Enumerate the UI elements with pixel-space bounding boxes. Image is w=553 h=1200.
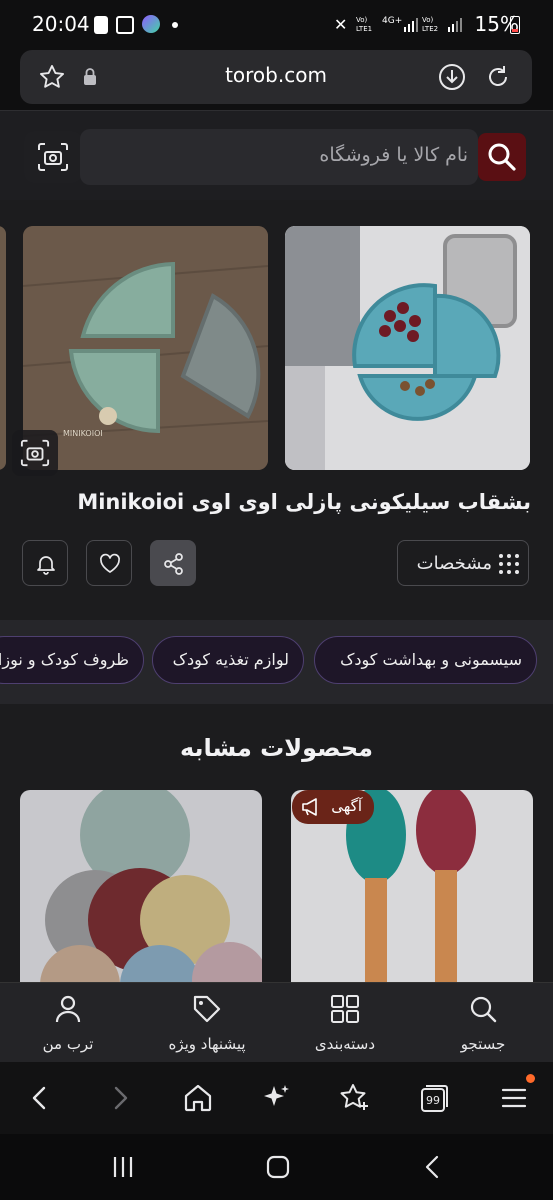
nav-categories[interactable]: دسته‌بندی: [285, 983, 405, 1063]
nav-offers-label: پیشنهاد ویژه: [168, 1035, 246, 1053]
ad-badge-label: آگهی: [331, 797, 362, 815]
download-icon[interactable]: [438, 63, 466, 91]
search-placeholder: نام کالا یا فروشگاه: [319, 144, 468, 166]
grid-dots-icon: [498, 553, 520, 575]
user-icon: [52, 993, 84, 1025]
status-time: 20:04: [32, 12, 90, 36]
category-chip[interactable]: سیسمونی و بهداشت کودک: [314, 636, 537, 684]
network-type-label: 4G+: [382, 16, 403, 26]
forward-icon[interactable]: [102, 1080, 138, 1116]
reload-icon[interactable]: [484, 63, 512, 91]
bell-icon: [34, 552, 58, 576]
puzzle-plate-illustration: MINIKOIOI: [23, 226, 268, 470]
nav-profile[interactable]: ترب من: [8, 983, 128, 1063]
plate-in-use-illustration: [285, 226, 530, 470]
ad-badge: آگهی: [292, 790, 374, 824]
back-icon[interactable]: [22, 1080, 58, 1116]
tabs-count: 99: [426, 1094, 440, 1107]
signal-icon: [404, 18, 418, 32]
nav-search[interactable]: جستجو: [423, 983, 543, 1063]
product-image-edge[interactable]: [0, 226, 6, 470]
nav-offers[interactable]: پیشنهاد ویژه: [147, 983, 267, 1063]
share-button[interactable]: [150, 540, 196, 586]
price-alert-button[interactable]: [22, 540, 68, 586]
ai-sparkle-icon[interactable]: [258, 1080, 294, 1116]
megaphone-icon: [300, 798, 322, 816]
page-content: نام کالا یا فروشگاه MINIKOIOI بشقاب سیلی…: [0, 110, 553, 982]
browser-toolbar: 99: [0, 1062, 553, 1134]
status-bar: 20:04 ✕ Vo) LTE1 4G+ Vo) LTE2 15%: [0, 0, 553, 50]
more-notifications-dot-icon: [172, 22, 178, 28]
tabs-button[interactable]: 99: [416, 1080, 452, 1116]
heart-icon: [98, 552, 122, 576]
camera-search-icon: [36, 141, 70, 173]
bottom-navigation: جستجو دسته‌بندی پیشنهاد ویژه ترب من: [0, 982, 553, 1062]
home-button-icon[interactable]: [265, 1154, 291, 1180]
product-image-gallery[interactable]: MINIKOIOI: [0, 226, 553, 472]
categories-grid-icon: [329, 993, 361, 1025]
gallery-notification-icon: [116, 16, 134, 34]
sim1-label: Vo) LTE1: [356, 16, 373, 33]
product-image-top-view[interactable]: MINIKOIOI: [23, 226, 268, 470]
signal-2-icon: [448, 18, 462, 32]
system-back-icon[interactable]: [420, 1154, 446, 1180]
specs-label: مشخصات: [416, 553, 492, 574]
product-image-caption: MINIKOIOI: [63, 429, 103, 438]
nav-categories-label: دسته‌بندی: [314, 1035, 376, 1053]
search-input[interactable]: نام کالا یا فروشگاه: [80, 129, 478, 185]
app-notification-icon: [142, 15, 160, 33]
category-chips-row: سیسمونی و بهداشت کودک لوازم تغذیه کودک ظ…: [0, 620, 553, 704]
camera-search-icon: [19, 438, 51, 468]
browser-url-bar-area: torob.com: [0, 50, 553, 110]
tag-icon: [191, 993, 223, 1025]
search-icon: [467, 993, 499, 1025]
recents-icon[interactable]: [110, 1154, 136, 1180]
nav-profile-label: ترب من: [42, 1035, 94, 1053]
bookmarks-icon[interactable]: [336, 1080, 372, 1116]
specs-button[interactable]: مشخصات: [397, 540, 529, 586]
menu-icon[interactable]: [496, 1074, 535, 1116]
category-chip[interactable]: ظروف کودک و نوزاد: [0, 636, 144, 684]
mute-icon: ✕: [334, 15, 348, 34]
stacked-plates-illustration: [20, 790, 262, 982]
image-search-overlay-button[interactable]: [12, 430, 58, 476]
home-icon[interactable]: [180, 1080, 216, 1116]
share-icon: [162, 552, 186, 576]
product-image-in-use[interactable]: [285, 226, 530, 470]
search-button[interactable]: [478, 133, 526, 181]
similar-products-title: محصولات مشابه: [179, 734, 374, 762]
battery-icon: [510, 16, 520, 34]
url-bar[interactable]: torob.com: [20, 50, 532, 104]
menu-notification-dot-icon: [526, 1074, 535, 1083]
similar-product-card[interactable]: [20, 790, 262, 982]
image-search-button[interactable]: [24, 131, 82, 183]
search-row: نام کالا یا فروشگاه: [0, 110, 553, 200]
search-icon: [486, 141, 518, 173]
alert-icon: [94, 16, 108, 34]
system-navigation-bar: [0, 1134, 553, 1200]
favorite-button[interactable]: [86, 540, 132, 586]
nav-search-label: جستجو: [460, 1035, 506, 1053]
category-chip[interactable]: لوازم تغذیه کودک: [152, 636, 304, 684]
sim2-label: Vo) LTE2: [422, 16, 439, 33]
product-title: بشقاب سیلیکونی پازلی اوی اوی Minikoioi: [77, 490, 531, 514]
